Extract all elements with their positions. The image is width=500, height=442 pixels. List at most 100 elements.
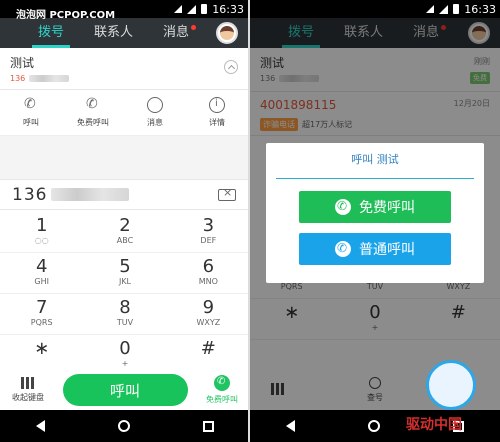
call-button[interactable]: 呼叫 bbox=[62, 374, 188, 406]
watermark-text: 泡泡网 PCPOP.COM bbox=[16, 10, 116, 21]
key-1[interactable]: 1 ◌◌ bbox=[0, 212, 83, 252]
free-call-button[interactable]: 免费呼叫 bbox=[202, 375, 242, 405]
action-free-call[interactable]: 免费呼叫 bbox=[68, 96, 118, 128]
signal-icon bbox=[187, 4, 197, 14]
key-letters: WXYZ bbox=[196, 318, 221, 327]
battery-icon bbox=[453, 4, 460, 14]
screenshot-pair: 泡泡网 PCPOP.COM 16:33 拨号 联系人 消息 测试 136 ✆ 呼… bbox=[0, 0, 500, 442]
status-time: 16:33 bbox=[464, 2, 496, 16]
dialog-title: 呼叫 测试 bbox=[276, 143, 474, 179]
normal-call-dialog-button[interactable]: 普通呼叫 bbox=[299, 233, 451, 265]
key-star[interactable]: ∗ bbox=[0, 335, 83, 375]
key-6[interactable]: 6 MNO bbox=[167, 253, 248, 293]
phone-icon bbox=[335, 199, 351, 215]
collapse-keypad-button[interactable]: 收起键盘 bbox=[8, 377, 48, 403]
action-message[interactable]: 消息 bbox=[130, 97, 180, 128]
status-time: 16:33 bbox=[212, 2, 244, 16]
contact-number: 136 bbox=[10, 74, 238, 83]
action-details[interactable]: 详情 bbox=[192, 97, 242, 128]
keypad-grid-icon bbox=[21, 377, 35, 389]
key-digit: 9 bbox=[202, 297, 215, 318]
tab-contacts[interactable]: 联系人 bbox=[94, 18, 133, 48]
chat-icon bbox=[147, 97, 163, 113]
dial-number: 136 bbox=[12, 184, 130, 205]
free-call-label: 免费呼叫 bbox=[206, 395, 238, 404]
home-icon[interactable] bbox=[117, 420, 130, 432]
dial-bottom-bar: 收起键盘 呼叫 免费呼叫 bbox=[0, 370, 248, 410]
back-icon[interactable] bbox=[286, 420, 296, 432]
key-letters: DEF bbox=[200, 236, 217, 245]
key-digit: # bbox=[200, 338, 216, 359]
status-right: 16:33 bbox=[174, 3, 244, 16]
keypad-row: 7PQRS 8TUV 9WXYZ bbox=[0, 294, 248, 335]
phone-icon bbox=[23, 96, 39, 113]
key-digit: 6 bbox=[202, 256, 215, 277]
contact-card[interactable]: 测试 136 bbox=[0, 48, 248, 90]
tab-messages[interactable]: 消息 bbox=[163, 18, 197, 48]
logo-circle-icon bbox=[426, 360, 476, 410]
key-letters: ◌◌ bbox=[34, 236, 49, 245]
key-8[interactable]: 8TUV bbox=[83, 294, 166, 334]
action-message-label: 消息 bbox=[147, 118, 163, 127]
avatar[interactable] bbox=[216, 22, 238, 44]
normal-call-dialog-label: 普通呼叫 bbox=[359, 242, 415, 258]
call-dialog: 呼叫 测试 免费呼叫 普通呼叫 bbox=[266, 143, 484, 283]
action-free-call-label: 免费呼叫 bbox=[77, 118, 109, 127]
android-nav-bar bbox=[0, 410, 248, 442]
contact-name: 测试 bbox=[10, 56, 35, 70]
masked-digits bbox=[51, 188, 130, 201]
battery-icon bbox=[201, 4, 208, 14]
contact-actions: 呼叫 免费呼叫 消息 详情 bbox=[0, 90, 248, 136]
key-digit: 3 bbox=[202, 215, 215, 236]
wifi-icon bbox=[426, 5, 435, 13]
key-digit: ∗ bbox=[34, 338, 50, 359]
key-0[interactable]: 0 + bbox=[83, 335, 166, 375]
key-letters: ABC bbox=[116, 236, 134, 245]
home-icon[interactable] bbox=[367, 420, 380, 432]
empty-area bbox=[0, 136, 248, 180]
key-9[interactable]: 9WXYZ bbox=[167, 294, 248, 334]
logo-text: 驱动中国 bbox=[406, 417, 462, 433]
collapse-icon[interactable] bbox=[224, 60, 238, 74]
top-nav: 拨号 联系人 消息 bbox=[0, 18, 248, 48]
key-letters: JKL bbox=[118, 277, 132, 286]
avatar-face-icon bbox=[220, 26, 234, 40]
dial-keypad: 1 ◌◌ 2 ABC 3 DEF 4 GHI 5 JKL 6 MNO 7 PQRS 8 TUV … bbox=[0, 212, 248, 376]
wifi-icon bbox=[174, 5, 183, 13]
key-hash[interactable]: # bbox=[167, 335, 248, 375]
collapse-keypad-label: 收起键盘 bbox=[12, 393, 44, 402]
free-call-dialog-button[interactable]: 免费呼叫 bbox=[299, 191, 451, 223]
notification-dot bbox=[191, 25, 197, 30]
key-digit: 0 bbox=[119, 338, 131, 359]
tab-dial[interactable]: 拨号 bbox=[31, 18, 71, 48]
key-letters: PQRS bbox=[30, 318, 53, 327]
phone-left: 16:33 拨号 联系人 消息 测试 136 呼叫 免费呼叫 bbox=[0, 0, 250, 442]
tab-messages-label: 消息 bbox=[163, 25, 190, 40]
action-call[interactable]: 呼叫 bbox=[6, 96, 56, 128]
key-digit: 7 bbox=[35, 297, 48, 318]
key-7[interactable]: 7PQRS bbox=[0, 294, 83, 334]
contact-number-text: 136 bbox=[10, 74, 26, 83]
free-call-phone-icon bbox=[214, 375, 230, 391]
key-digit: 5 bbox=[119, 256, 131, 277]
recent-apps-icon[interactable] bbox=[202, 420, 214, 432]
back-icon[interactable] bbox=[36, 420, 46, 432]
key-digit: 2 bbox=[119, 215, 131, 236]
status-right: 16:33 bbox=[426, 3, 496, 16]
info-icon bbox=[209, 97, 225, 113]
key-5[interactable]: 5 JKL bbox=[83, 253, 166, 293]
key-letters: TUV bbox=[116, 318, 134, 327]
key-digit: 8 bbox=[119, 297, 131, 318]
brand-logo: 驱动中国 bbox=[406, 360, 494, 434]
key-letters: GHI bbox=[34, 277, 49, 286]
masked-number bbox=[29, 75, 70, 82]
backspace-icon[interactable] bbox=[218, 186, 236, 201]
dial-number-text: 136 bbox=[12, 184, 48, 205]
key-letters: MNO bbox=[198, 277, 218, 286]
status-bar: 16:33 bbox=[250, 0, 500, 18]
free-call-dialog-label: 免费呼叫 bbox=[359, 200, 415, 216]
key-4[interactable]: 4 GHI bbox=[0, 253, 83, 293]
key-3[interactable]: 3 DEF bbox=[167, 212, 248, 252]
keypad-row: 4 GHI 5 JKL 6 MNO bbox=[0, 253, 248, 294]
key-2[interactable]: 2 ABC bbox=[83, 212, 166, 252]
